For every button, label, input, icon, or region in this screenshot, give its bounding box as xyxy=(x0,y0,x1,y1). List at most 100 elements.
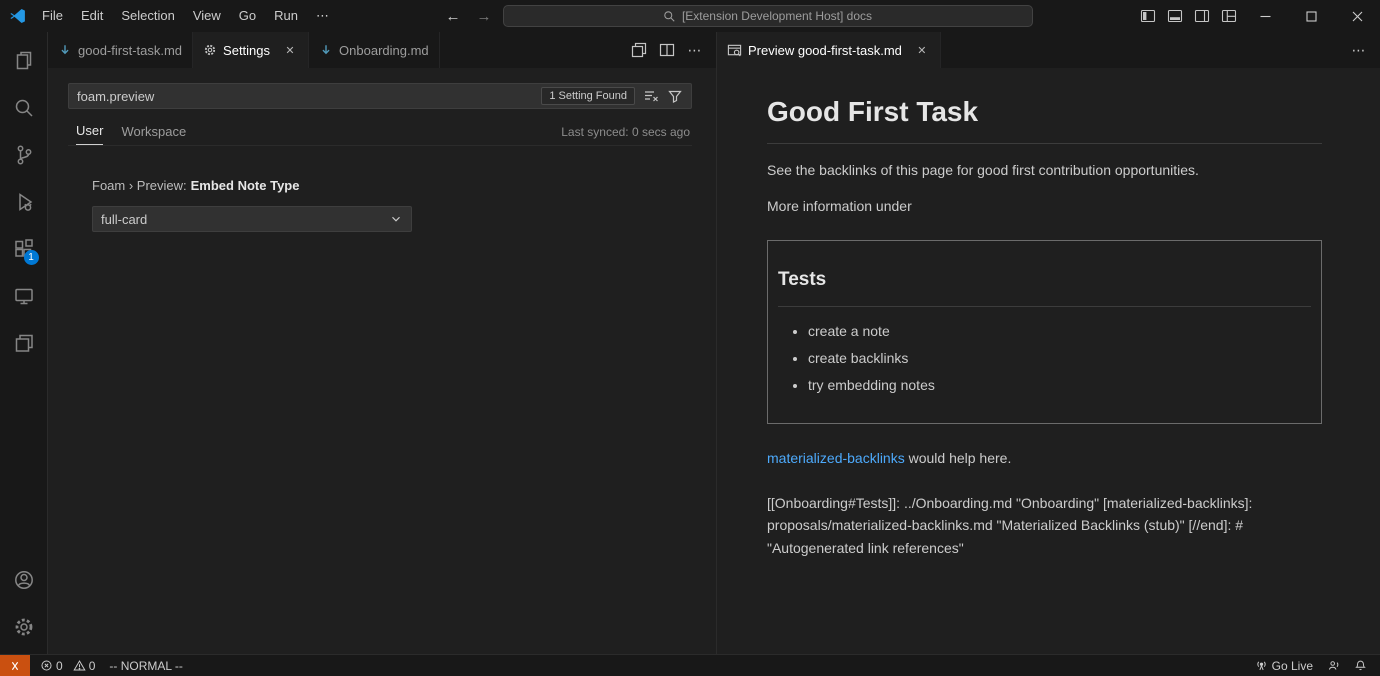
maximize-button[interactable] xyxy=(1288,0,1334,32)
error-icon xyxy=(40,659,53,672)
extensions-badge: 1 xyxy=(24,250,39,265)
bell-icon xyxy=(1354,659,1367,672)
open-preview-icon xyxy=(727,43,742,58)
tab-onboarding[interactable]: Onboarding.md xyxy=(309,32,440,68)
warning-count: 0 xyxy=(89,659,96,673)
materialized-backlinks-link[interactable]: materialized-backlinks xyxy=(767,450,905,466)
extensions-icon[interactable]: 1 xyxy=(0,225,48,272)
broadcast-icon xyxy=(1255,659,1268,672)
settings-tab-gear-icon xyxy=(203,43,217,57)
activity-bar: 1 xyxy=(0,32,48,654)
title-bar-center: ← → [Extension Development Host] docs xyxy=(339,5,1134,27)
toggle-panel-icon[interactable] xyxy=(1161,0,1188,32)
filter-funnel-icon[interactable] xyxy=(667,88,683,104)
accounts-icon[interactable] xyxy=(0,556,48,603)
markdown-preview: Good First Task See the backlinks of thi… xyxy=(717,68,1380,654)
close-tab-icon[interactable]: ✕ xyxy=(282,44,298,57)
setting-name: Embed Note Type xyxy=(191,178,300,193)
markdown-file-icon xyxy=(319,43,333,57)
open-settings-json-icon[interactable] xyxy=(628,39,650,61)
tab-settings[interactable]: Settings ✕ xyxy=(193,32,309,68)
list-item: try embedding notes xyxy=(808,375,1311,397)
embedded-note-title: Tests xyxy=(778,265,1311,307)
go-live-label: Go Live xyxy=(1272,659,1313,673)
clear-search-icon[interactable] xyxy=(643,88,659,104)
menu-edit[interactable]: Edit xyxy=(72,0,112,32)
forward-icon[interactable]: → xyxy=(472,8,497,25)
go-live-status[interactable]: Go Live xyxy=(1248,655,1320,676)
list-item: create backlinks xyxy=(808,348,1311,370)
customize-layout-icon[interactable] xyxy=(1215,0,1242,32)
command-center[interactable]: [Extension Development Host] docs xyxy=(503,5,1033,27)
scope-tab-user[interactable]: User xyxy=(76,123,103,145)
windows-layers-icon[interactable] xyxy=(0,319,48,366)
tab-preview-good-first-task[interactable]: Preview good-first-task.md ✕ xyxy=(717,32,941,68)
editor-group-right: Preview good-first-task.md ✕ ⋯ Good Firs… xyxy=(716,32,1380,654)
problems-status[interactable]: 0 0 xyxy=(30,655,102,676)
preview-paragraph: More information under xyxy=(767,196,1322,218)
last-synced-label: Last synced: 0 secs ago xyxy=(561,125,690,145)
explorer-icon[interactable] xyxy=(0,37,48,84)
embed-note-type-dropdown[interactable]: full-card xyxy=(92,206,412,232)
menu-more-icon[interactable]: ⋯ xyxy=(307,0,339,32)
remote-explorer-icon[interactable] xyxy=(0,272,48,319)
minimize-button[interactable] xyxy=(1242,0,1288,32)
settings-search-value: foam.preview xyxy=(77,89,533,104)
run-debug-icon[interactable] xyxy=(0,178,48,225)
menu-view[interactable]: View xyxy=(184,0,230,32)
status-bar: 0 0 -- NORMAL -- Go Live xyxy=(0,654,1380,676)
source-control-icon[interactable] xyxy=(0,131,48,178)
feedback-status[interactable] xyxy=(1320,655,1347,676)
left-editor-actions: ⋯ xyxy=(628,32,716,68)
tab-label: Onboarding.md xyxy=(339,43,429,58)
back-icon[interactable]: ← xyxy=(441,8,466,25)
menu-bar: File Edit Selection View Go Run ⋯ xyxy=(33,0,339,32)
editor-group-left: good-first-task.md Settings ✕ Onboardi xyxy=(48,32,716,654)
vscode-window: File Edit Selection View Go Run ⋯ ← → [E… xyxy=(0,0,1380,676)
feedback-person-icon xyxy=(1327,659,1340,672)
search-view-icon[interactable] xyxy=(0,84,48,131)
warning-icon xyxy=(73,659,86,672)
vim-mode-label: -- NORMAL -- xyxy=(109,659,183,673)
error-count: 0 xyxy=(56,659,63,673)
settings-gear-icon[interactable] xyxy=(0,603,48,650)
tab-label: good-first-task.md xyxy=(78,43,182,58)
vim-mode-status[interactable]: -- NORMAL -- xyxy=(102,655,190,676)
vscode-logo-icon xyxy=(9,7,27,25)
right-tab-bar: Preview good-first-task.md ✕ ⋯ xyxy=(717,32,1380,68)
title-bar: File Edit Selection View Go Run ⋯ ← → [E… xyxy=(0,0,1380,32)
notifications-status[interactable] xyxy=(1347,655,1374,676)
scope-tab-workspace[interactable]: Workspace xyxy=(121,124,186,145)
menu-file[interactable]: File xyxy=(33,0,72,32)
list-item: create a note xyxy=(808,321,1311,343)
dropdown-value: full-card xyxy=(101,212,147,227)
after-link-text: would help here. xyxy=(905,450,1012,466)
chevron-down-icon xyxy=(389,212,403,226)
status-bar-right: Go Live xyxy=(1248,655,1380,676)
preview-heading: Good First Task xyxy=(767,90,1322,144)
search-icon xyxy=(663,10,676,23)
backlink-paragraph: materialized-backlinks would help here. xyxy=(767,448,1322,470)
more-actions-icon[interactable]: ⋯ xyxy=(1348,39,1370,61)
menu-go[interactable]: Go xyxy=(230,0,265,32)
settings-search-input[interactable]: foam.preview 1 Setting Found xyxy=(68,83,692,109)
embedded-note-card: Tests create a note create backlinks try… xyxy=(767,240,1322,425)
preview-paragraph: See the backlinks of this page for good … xyxy=(767,160,1322,182)
menu-selection[interactable]: Selection xyxy=(112,0,183,32)
close-tab-icon[interactable]: ✕ xyxy=(914,44,930,57)
remote-indicator[interactable] xyxy=(0,655,30,676)
toggle-sidebar-right-icon[interactable] xyxy=(1188,0,1215,32)
editor-groups: good-first-task.md Settings ✕ Onboardi xyxy=(48,32,1380,654)
tab-label: Preview good-first-task.md xyxy=(748,43,902,58)
more-actions-icon[interactable]: ⋯ xyxy=(684,39,706,61)
settings-editor: foam.preview 1 Setting Found User Worksp… xyxy=(48,68,716,654)
toggle-sidebar-left-icon[interactable] xyxy=(1134,0,1161,32)
setting-category: Foam › Preview: xyxy=(92,178,187,193)
embedded-note-list: create a note create backlinks try embed… xyxy=(778,321,1311,396)
tab-good-first-task[interactable]: good-first-task.md xyxy=(48,32,193,68)
left-tab-bar: good-first-task.md Settings ✕ Onboardi xyxy=(48,32,716,68)
activity-bar-bottom xyxy=(0,556,48,654)
close-window-button[interactable] xyxy=(1334,0,1380,32)
split-editor-icon[interactable] xyxy=(656,39,678,61)
menu-run[interactable]: Run xyxy=(265,0,307,32)
